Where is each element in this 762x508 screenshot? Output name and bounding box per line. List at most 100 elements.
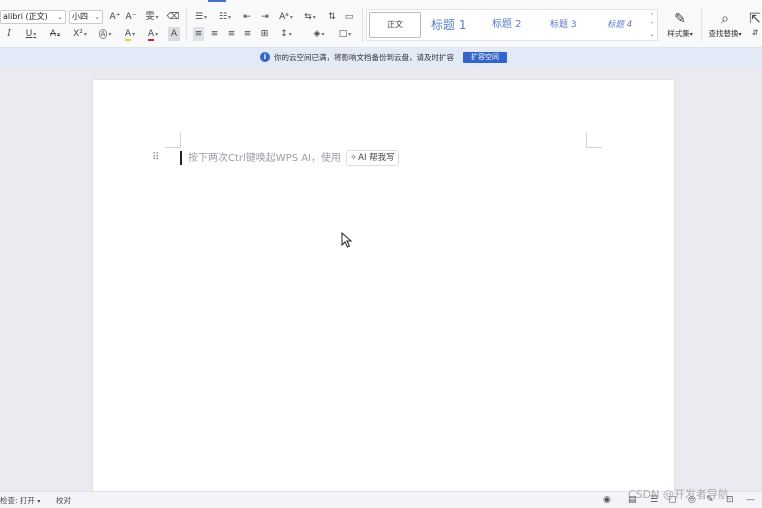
align-center-icon: ≡ (210, 29, 219, 39)
notice-message: 你的云空间已满，将影响文档备份到云盘，请及时扩容 (274, 53, 454, 62)
bulleted-list-icon: ☰ (194, 12, 204, 22)
spellcheck-status[interactable]: 检查: 打开 ▾ (0, 495, 40, 507)
phonetic-guide-button[interactable]: 雯▾ (142, 10, 162, 24)
expand-space-button[interactable]: 扩容空间 (463, 52, 507, 63)
underline-button[interactable]: U▾ (22, 27, 40, 41)
text-direction-button[interactable]: ⇆▾ (301, 10, 319, 24)
gallery-expand-icon[interactable]: ⌄ (648, 30, 656, 39)
increase-indent-button[interactable]: ⇥ (259, 10, 271, 24)
text-effect-button[interactable]: A ▾ (95, 27, 115, 41)
style-brush-icon: ✎ (674, 11, 686, 27)
styles-gallery: 正文 标题 1 标题 2 标题 3 标题 4 ˄ ˅ ⌄ (366, 9, 658, 41)
ai-sparkle-icon: ✧ (350, 153, 358, 163)
style-heading-4[interactable]: 标题 4 (607, 12, 632, 38)
phonetic-icon: 雯 (145, 12, 155, 22)
pointer-icon: ⇱ (749, 11, 761, 27)
find-replace-button[interactable]: ⌕ 查找替换▾ (705, 10, 745, 39)
style-heading-3[interactable]: 标题 3 (550, 12, 577, 38)
bullets-button[interactable]: ☰▾ (193, 10, 209, 24)
sort-button[interactable]: ⇅ (325, 10, 339, 24)
divider (701, 8, 702, 42)
shrink-font-button[interactable]: A⁻ (125, 10, 137, 24)
borders-button[interactable]: □▾ (335, 27, 355, 41)
highlighter-icon: A (124, 29, 132, 41)
proofread-button[interactable]: 校对 (56, 495, 71, 506)
margin-corner-top-left (165, 132, 181, 148)
ai-write-label: AI 帮我写 (358, 153, 395, 163)
watermark-text: CSDN @开发者导航 (628, 488, 729, 501)
font-color-icon: A (147, 29, 155, 41)
chevron-up-icon[interactable]: ˄ (648, 12, 656, 21)
find-replace-label: 查找替换 (708, 29, 739, 38)
mouse-pointer-icon (341, 232, 353, 248)
strikethrough-icon: A (49, 29, 57, 39)
numbering-button[interactable]: ☷▾ (217, 10, 233, 24)
eye-icon[interactable]: ◉ (603, 495, 611, 506)
style-normal[interactable]: 正文 (369, 12, 421, 38)
indent-icon: ⇥ (261, 12, 269, 22)
chevron-down-icon[interactable]: ˅ (648, 21, 656, 30)
border-icon: □ (338, 29, 348, 39)
change-case-button[interactable]: Aᵃ▾ (277, 10, 295, 24)
align-right-button[interactable]: ≡ (226, 27, 237, 41)
ribbon: alibri (正文) ⌄ 小四 ⌄ A⁺ A⁻ 雯▾ ⌫ I U▾ A▾ X²… (0, 0, 762, 48)
chevron-down-icon: ⌄ (94, 13, 100, 21)
select-button[interactable]: ⇱ ⇵ (748, 10, 762, 37)
zoom-out-icon[interactable]: — (746, 495, 755, 506)
chevron-down-icon: ⌄ (57, 13, 63, 21)
highlight-button[interactable]: A▾ (120, 27, 140, 41)
font-size-select[interactable]: 小四 ⌄ (69, 10, 103, 24)
font-name-select[interactable]: alibri (正文) ⌄ (0, 10, 66, 24)
sort-icon: ⇅ (328, 12, 336, 22)
font-color-button[interactable]: A▾ (143, 27, 163, 41)
document-page[interactable]: ⠿ 按下两次Ctrl键唤起WPS AI，使用 ✧AI 帮我写 (93, 80, 674, 500)
numbered-list-icon: ☷ (218, 12, 228, 22)
line-spacing-icon: ↕ (280, 29, 288, 39)
align-center-button[interactable]: ≡ (209, 27, 220, 41)
search-icon: ⌕ (721, 11, 729, 27)
ai-placeholder-text: 按下两次Ctrl键唤起WPS AI，使用 (188, 153, 342, 164)
char-shading-button[interactable]: A (168, 27, 180, 41)
divider (362, 8, 363, 42)
style-set-button[interactable]: ✎ 样式集▾ (663, 10, 697, 39)
align-left-button[interactable]: ≡ (193, 27, 204, 41)
shading-button[interactable]: ◈▾ (309, 27, 329, 41)
ai-write-button[interactable]: ✧AI 帮我写 (346, 150, 399, 166)
distributed-button[interactable]: ⊞ (259, 27, 270, 41)
superscript-button[interactable]: X²▾ (70, 27, 90, 41)
paragraph-mark-icon: ▭ (344, 12, 354, 22)
grow-font-button[interactable]: A⁺ (109, 10, 121, 24)
outdent-icon: ⇤ (243, 12, 251, 22)
italic-icon: I (7, 29, 11, 39)
decrease-indent-button[interactable]: ⇤ (241, 10, 253, 24)
superscript-icon: X² (73, 29, 83, 39)
justify-icon: ≡ (243, 29, 252, 39)
text-direction-icon: ⇆ (304, 12, 312, 22)
info-icon: i (260, 52, 270, 62)
select-arrow-icon: ⇵ (751, 28, 759, 37)
active-tab-indicator (208, 0, 226, 2)
text-caret (180, 151, 182, 165)
underline-icon: U (25, 29, 33, 39)
italic-button[interactable]: I (4, 27, 14, 41)
align-left-icon: ≡ (194, 29, 203, 39)
text-effect-icon: A (98, 29, 108, 39)
style-heading-1[interactable]: 标题 1 (431, 12, 466, 38)
strikethrough-button[interactable]: A▾ (46, 27, 64, 41)
eraser-icon: ⌫ (166, 12, 180, 22)
grow-font-icon: A⁺ (109, 12, 121, 22)
drag-handle-icon[interactable]: ⠿ (152, 152, 159, 163)
gallery-scroll[interactable]: ˄ ˅ ⌄ (648, 12, 656, 39)
paint-bucket-icon: ◈ (313, 29, 321, 39)
style-heading-2[interactable]: 标题 2 (492, 12, 522, 38)
show-marks-button[interactable]: ▭ (343, 10, 355, 24)
clear-format-button[interactable]: ⌫ (166, 10, 180, 24)
justify-button[interactable]: ≡ (242, 27, 253, 41)
line-spacing-button[interactable]: ↕▾ (277, 27, 295, 41)
align-right-icon: ≡ (227, 29, 236, 39)
distribute-icon: ⊞ (260, 29, 269, 39)
font-size-value: 小四 (72, 12, 88, 21)
divider (186, 8, 187, 42)
cloud-notice-bar: i 你的云空间已满，将影响文档备份到云盘，请及时扩容 扩容空间 (0, 49, 762, 67)
shrink-font-icon: A⁻ (125, 12, 137, 22)
